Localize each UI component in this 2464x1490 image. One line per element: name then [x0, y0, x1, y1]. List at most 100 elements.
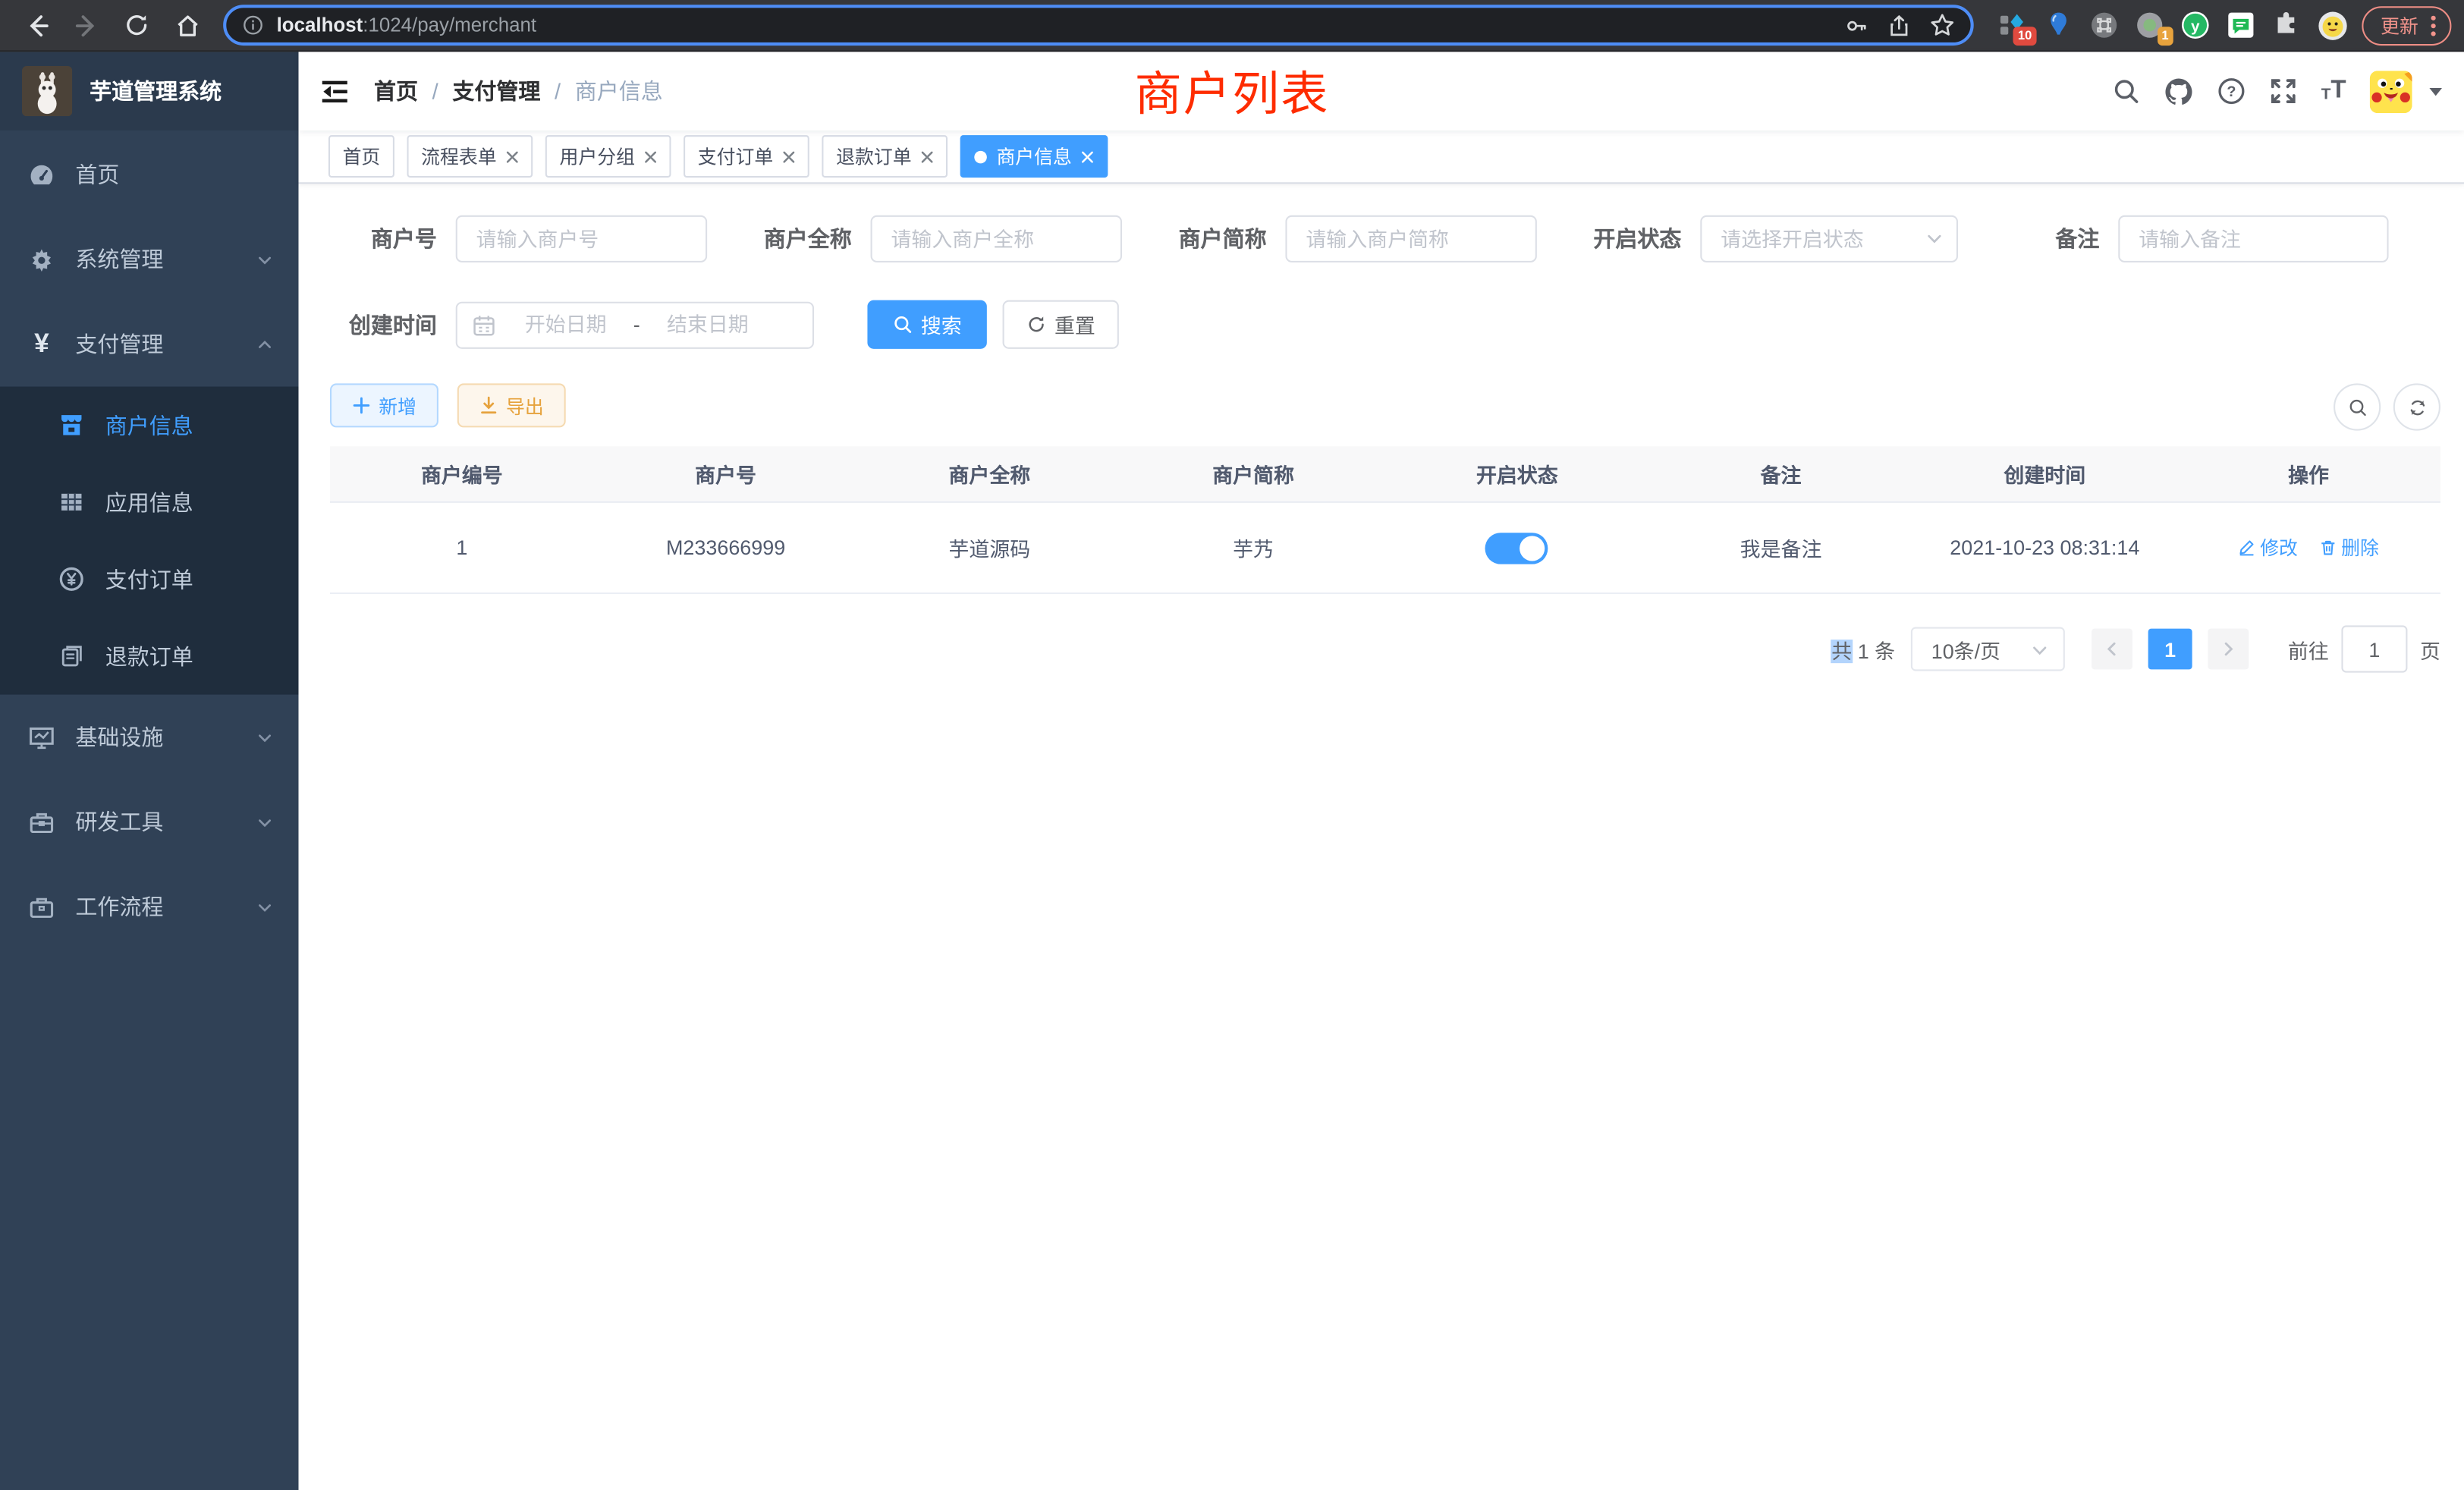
sidebar: 芋道管理系统 首页 系统管理: [0, 52, 299, 1490]
reset-button[interactable]: 重置: [1003, 300, 1119, 349]
fullscreen-icon[interactable]: [2269, 77, 2297, 105]
tab-process-form[interactable]: 流程表单: [407, 135, 533, 178]
plus-icon: [352, 396, 371, 415]
tab-user-group[interactable]: 用户分组: [545, 135, 671, 178]
next-page-button[interactable]: [2208, 629, 2249, 670]
sidebar-item-workflow[interactable]: 工作流程: [0, 864, 299, 949]
tab-label: 商户信息: [996, 143, 1071, 170]
refresh-table-button[interactable]: [2393, 383, 2440, 430]
svg-text:?: ?: [2227, 83, 2236, 100]
sidebar-item-merchant-info[interactable]: 商户信息: [0, 387, 299, 464]
delete-link[interactable]: 删除: [2319, 534, 2379, 561]
back-icon[interactable]: [16, 5, 57, 46]
search-icon[interactable]: [2112, 77, 2140, 105]
goto-page-input[interactable]: [2341, 625, 2407, 672]
caret-down-icon[interactable]: [2429, 87, 2442, 95]
sidebar-item-infra[interactable]: 基础设施: [0, 695, 299, 780]
col-header: 商户编号: [330, 459, 594, 489]
page-size-value: 10条/页: [1931, 634, 2000, 664]
close-icon[interactable]: [783, 150, 796, 163]
search-button[interactable]: 搜索: [867, 300, 986, 349]
ext-balloon-icon[interactable]: [2044, 11, 2073, 39]
edit-link[interactable]: 修改: [2238, 534, 2298, 561]
filter-row-1: 商户号 商户全称 商户简称 开启状态: [330, 215, 2440, 262]
tab-pay-order[interactable]: 支付订单: [684, 135, 809, 178]
forward-icon[interactable]: [66, 5, 107, 46]
cell-merchant-id: 1: [330, 536, 594, 559]
ext-pinned-icon[interactable]: 10: [1999, 11, 2027, 39]
status-select[interactable]: [1700, 215, 1958, 262]
merchant-full-name-input[interactable]: [871, 215, 1122, 262]
close-icon[interactable]: [1081, 150, 1094, 163]
sidebar-item-app-info[interactable]: 应用信息: [0, 464, 299, 541]
address-bar[interactable]: localhost:1024/pay/merchant: [223, 5, 1974, 46]
avatar[interactable]: [2370, 70, 2412, 112]
date-range-picker[interactable]: -: [456, 301, 814, 348]
browser-update-button[interactable]: 更新: [2362, 5, 2451, 45]
ext-y-icon[interactable]: y: [2181, 11, 2209, 39]
page-number-1[interactable]: 1: [2148, 629, 2192, 670]
pagination-total: 共 1 条: [1831, 634, 1895, 664]
browser-menu-dots-icon[interactable]: [2431, 15, 2436, 36]
tab-home[interactable]: 首页: [328, 135, 394, 178]
merchant-no-input[interactable]: [456, 215, 707, 262]
table-row: 1 M233666999 芋道源码 芋艿 我是备注 2021-10-23 08:…: [330, 503, 2440, 594]
sidebar-item-dev-tools[interactable]: 研发工具: [0, 779, 299, 864]
main-area: 首页 / 支付管理 / 商户信息 ?: [299, 52, 2464, 1490]
end-date-input[interactable]: [646, 311, 769, 338]
close-icon[interactable]: [506, 150, 519, 163]
pagination-total-rest: 1 条: [1858, 639, 1895, 662]
site-info-icon[interactable]: [242, 14, 264, 36]
page-size-select[interactable]: 10条/页: [1911, 627, 2065, 671]
export-button[interactable]: 导出: [457, 383, 566, 427]
sidebar-item-home[interactable]: 首页: [0, 132, 299, 217]
annotation-merchant-list: 商户列表: [1135, 55, 1330, 124]
sidebar-item-pay[interactable]: ¥ 支付管理: [0, 302, 299, 387]
key-icon[interactable]: [1845, 14, 1868, 37]
close-icon[interactable]: [921, 150, 934, 163]
font-size-icon[interactable]: TT: [2321, 79, 2346, 104]
chevron-down-icon: [256, 813, 274, 831]
share-icon[interactable]: [1887, 14, 1911, 37]
ext-chat-icon[interactable]: [2227, 11, 2255, 39]
sidebar-item-pay-order[interactable]: 支付订单: [0, 541, 299, 618]
table-toolbar: 新增 导出: [330, 383, 2440, 427]
briefcase-icon: [28, 894, 55, 920]
shop-icon: [58, 412, 85, 439]
breadcrumb-pay[interactable]: 支付管理: [452, 75, 540, 106]
tab-merchant-info[interactable]: 商户信息: [960, 135, 1108, 178]
sidebar-item-refund-order[interactable]: 退款订单: [0, 618, 299, 695]
ext-badge: 1: [2157, 27, 2173, 46]
update-label: 更新: [2381, 12, 2418, 39]
chevron-down-icon: [256, 728, 274, 746]
bookmark-star-icon[interactable]: [1930, 13, 1955, 38]
hamburger-icon[interactable]: [299, 52, 372, 130]
remark-input[interactable]: [2118, 215, 2388, 262]
sidebar-item-system[interactable]: 系统管理: [0, 217, 299, 302]
merchant-short-name-input[interactable]: [1285, 215, 1536, 262]
close-icon[interactable]: [644, 150, 657, 163]
tab-refund-order[interactable]: 退款订单: [822, 135, 948, 178]
start-date-input[interactable]: [504, 311, 627, 338]
add-button[interactable]: 新增: [330, 383, 438, 427]
toggle-search-button[interactable]: [2334, 383, 2381, 430]
github-icon[interactable]: [2164, 76, 2194, 105]
status-toggle[interactable]: [1485, 532, 1548, 563]
col-header: 开启状态: [1385, 459, 1649, 489]
extensions-puzzle-icon[interactable]: [2272, 11, 2300, 39]
sidebar-logo[interactable]: 芋道管理系统: [0, 52, 299, 130]
ext-record-icon[interactable]: 1: [2136, 11, 2164, 39]
reload-icon[interactable]: [116, 5, 157, 46]
profile-emoji-icon[interactable]: [2318, 11, 2346, 39]
active-tab-dot: [974, 150, 987, 163]
table-header: 商户编号 商户号 商户全称 商户简称 开启状态 备注 创建时间 操作: [330, 446, 2440, 503]
home-icon[interactable]: [167, 5, 208, 46]
prev-page-button[interactable]: [2092, 629, 2132, 670]
help-icon[interactable]: ?: [2217, 77, 2246, 105]
search-icon: [893, 314, 913, 335]
toolbox-icon: [28, 809, 55, 835]
breadcrumb-home[interactable]: 首页: [374, 75, 418, 106]
download-icon: [479, 396, 498, 415]
cell-create-time: 2021-10-23 08:31:14: [1912, 536, 2176, 559]
ext-command-icon[interactable]: [2090, 11, 2118, 39]
